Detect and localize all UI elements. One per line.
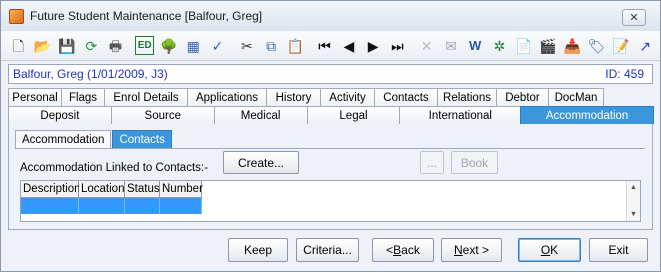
column-header-status[interactable]: Status: [125, 181, 160, 198]
accommodation-contacts-grid[interactable]: Description Location Status Number ▲ ▼: [20, 180, 641, 222]
next-label-suffix: ext >: [462, 243, 490, 257]
tab-row-1: Personal Flags Enrol Details Applications Hi…: [8, 88, 653, 106]
ok-label-key: O: [540, 243, 551, 257]
new-document-icon[interactable]: 🗋: [9, 36, 28, 55]
criteria-button[interactable]: Criteria...: [296, 238, 359, 262]
table-row[interactable]: [21, 198, 640, 214]
window-title: Future Student Maintenance [Balfour, Gre…: [30, 9, 263, 23]
tab-activity[interactable]: Activity: [320, 88, 375, 106]
next-button[interactable]: Next >: [441, 238, 502, 262]
back-button[interactable]: < Back: [372, 238, 434, 262]
pointer-arrow-icon[interactable]: ↗: [636, 36, 655, 55]
paste-icon[interactable]: 📋: [286, 36, 305, 55]
delete-icon[interactable]: ✕: [417, 36, 436, 55]
back-label-key: B: [393, 243, 402, 257]
scroll-up-icon[interactable]: ▲: [630, 184, 637, 191]
first-record-icon[interactable]: ⏮: [315, 36, 334, 55]
title-bar: Future Student Maintenance [Balfour, Gre…: [1, 1, 660, 31]
book-button[interactable]: Book: [451, 151, 498, 174]
student-id: ID: 459: [605, 67, 644, 81]
email-icon[interactable]: ✉: [442, 36, 461, 55]
tab-legal[interactable]: Legal: [306, 106, 401, 124]
close-button[interactable]: ✕: [622, 9, 646, 26]
ellipsis-button[interactable]: ...: [420, 151, 444, 174]
refresh-icon[interactable]: ⟳: [82, 36, 101, 55]
last-record-icon[interactable]: ⏭: [388, 36, 407, 55]
scroll-down-icon[interactable]: ▼: [630, 211, 637, 218]
app-icon: [9, 8, 24, 24]
grid-vertical-scrollbar[interactable]: ▲ ▼: [626, 181, 640, 221]
tab-medical[interactable]: Medical: [213, 106, 308, 124]
column-header-location[interactable]: Location: [79, 181, 125, 198]
tab-row-2: Deposit Source Medical Legal International Ac…: [8, 106, 655, 124]
toolbar: 🗋 📂 💾 ⟳ 🖶 ED 🌳 ▦ ✓ ✂ ⧉ 📋 ⏮ ◀ ▶ ⏭ ✕ ✉ W ✲ 📄 🎬 📥 🏷 📝 ↗: [1, 31, 660, 61]
tab-personal[interactable]: Personal: [8, 88, 62, 106]
copy-icon[interactable]: ⧉: [262, 36, 281, 55]
clapperboard-icon[interactable]: 🎬: [539, 36, 558, 55]
close-icon: ✕: [629, 12, 639, 24]
tab-enrol-details[interactable]: Enrol Details: [104, 88, 188, 106]
grid-cell[interactable]: [160, 198, 202, 214]
inbox-icon[interactable]: 📥: [563, 36, 582, 55]
tab-flags[interactable]: Flags: [61, 88, 105, 106]
back-label-prefix: <: [386, 243, 394, 257]
keep-button[interactable]: Keep: [228, 238, 288, 262]
tab-international[interactable]: International: [399, 106, 522, 124]
grid-cell[interactable]: [79, 198, 125, 214]
future-student-maintenance-window: Future Student Maintenance [Balfour, Gre…: [0, 0, 661, 272]
open-folder-icon[interactable]: 📂: [33, 36, 52, 55]
cut-icon[interactable]: ✂: [237, 36, 256, 55]
edit-field-icon[interactable]: ED: [135, 36, 155, 55]
tab-applications[interactable]: Applications: [187, 88, 267, 106]
tree-icon[interactable]: 🌳: [160, 36, 179, 55]
tab-history[interactable]: History: [266, 88, 321, 106]
column-header-number[interactable]: Number: [160, 181, 203, 198]
previous-record-icon[interactable]: ◀: [339, 36, 358, 55]
tag-icon[interactable]: 🏷: [587, 36, 606, 55]
linked-contacts-label: Accommodation Linked to Contacts:-: [20, 162, 208, 174]
notebook-edit-icon[interactable]: 📝: [611, 36, 630, 55]
exit-button[interactable]: Exit: [589, 238, 648, 262]
ok-button[interactable]: OK: [518, 238, 581, 262]
grid-cell[interactable]: [21, 198, 79, 214]
accommodation-subtabs: Accommodation Contacts: [15, 130, 173, 149]
back-label-suffix: ack: [401, 243, 420, 257]
student-info-bar: Balfour, Greg (1/01/2009, J3) ID: 459: [8, 64, 653, 84]
save-icon[interactable]: 💾: [58, 36, 77, 55]
spellcheck-icon[interactable]: ✓: [208, 36, 227, 55]
grid-header: Description Location Status Number: [21, 181, 640, 198]
next-label-key: N: [453, 243, 463, 257]
student-name: Balfour, Greg (1/01/2009, J3): [13, 67, 168, 81]
excel-icon[interactable]: ✲: [490, 36, 509, 55]
ok-label-suffix: K: [550, 243, 559, 257]
column-header-description[interactable]: Description: [21, 181, 81, 198]
subtab-accommodation[interactable]: Accommodation: [15, 130, 112, 149]
tab-contacts[interactable]: Contacts: [374, 88, 438, 106]
tab-docman[interactable]: DocMan: [548, 88, 604, 106]
tab-source[interactable]: Source: [110, 106, 215, 124]
tab-debtor[interactable]: Debtor: [496, 88, 549, 106]
grid-cell[interactable]: [125, 198, 160, 214]
calculator-icon[interactable]: ▦: [184, 36, 203, 55]
main-tabs: Personal Flags Enrol Details Applications Hi…: [8, 88, 655, 124]
tab-accommodation[interactable]: Accommodation: [520, 106, 655, 124]
print-icon[interactable]: 🖶: [106, 36, 125, 55]
tab-relations[interactable]: Relations: [437, 88, 497, 106]
tab-deposit[interactable]: Deposit: [8, 106, 112, 124]
contacts-subpanel: Accommodation Linked to Contacts:- Creat…: [15, 148, 645, 226]
clipboard-icon[interactable]: 📄: [514, 36, 533, 55]
accommodation-page: Accommodation Contacts Accommodation Link…: [8, 124, 653, 230]
next-record-icon[interactable]: ▶: [364, 36, 383, 55]
create-button[interactable]: Create...: [223, 151, 299, 174]
word-icon[interactable]: W: [466, 36, 485, 55]
subtab-contacts[interactable]: Contacts: [112, 130, 172, 149]
